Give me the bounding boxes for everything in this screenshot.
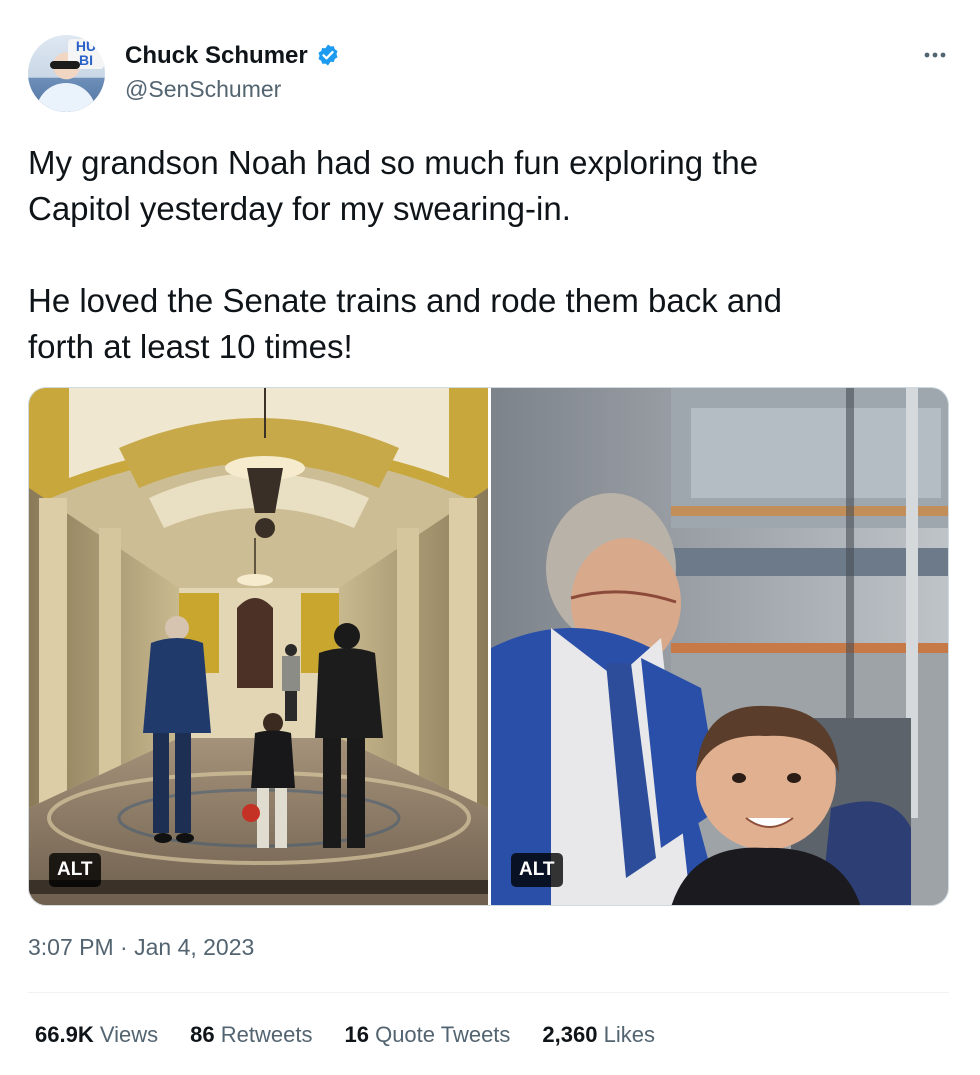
- stat-quote-tweets[interactable]: 16 Quote Tweets: [344, 1022, 510, 1048]
- photo-senate-train[interactable]: ALT: [491, 388, 948, 905]
- more-options-icon[interactable]: [920, 40, 950, 70]
- avatar-shirt: [36, 83, 96, 112]
- author-name[interactable]: Chuck Schumer: [125, 42, 308, 70]
- likes-label: Likes: [603, 1022, 655, 1047]
- views-label: Views: [99, 1022, 159, 1047]
- divider: [28, 992, 949, 993]
- avatar-glasses: [50, 61, 80, 69]
- media-grid: ALT ALT: [28, 387, 949, 906]
- tweet-text: My grandson Noah had so much fun explori…: [28, 144, 782, 365]
- photo-capitol-hallway[interactable]: ALT: [29, 388, 488, 905]
- author-handle[interactable]: @SenSchumer: [125, 76, 281, 103]
- tweet-card: HU BI Chuck Schumer @SenSchumer My grand…: [0, 0, 980, 1075]
- avatar[interactable]: HU BI: [28, 35, 105, 112]
- alt-badge[interactable]: ALT: [49, 853, 101, 887]
- likes-count: 2,360: [542, 1022, 598, 1047]
- stat-retweets[interactable]: 86 Retweets: [190, 1022, 312, 1048]
- retweets-count: 86: [190, 1022, 215, 1047]
- stat-likes[interactable]: 2,360 Likes: [542, 1022, 655, 1048]
- alt-badge[interactable]: ALT: [511, 853, 563, 887]
- quotes-label: Quote Tweets: [375, 1022, 511, 1047]
- verified-badge-icon: [318, 44, 338, 66]
- tweet-timestamp[interactable]: 3:07 PM · Jan 4, 2023: [28, 934, 254, 961]
- train-image: [491, 388, 948, 905]
- quotes-count: 16: [344, 1022, 369, 1047]
- retweets-label: Retweets: [220, 1022, 313, 1047]
- hallway-image: [29, 388, 488, 905]
- tweet-stats: 66.9K Views 86 Retweets 16 Quote Tweets …: [35, 1022, 655, 1048]
- stat-views[interactable]: 66.9K Views: [35, 1022, 158, 1048]
- views-count: 66.9K: [35, 1022, 94, 1047]
